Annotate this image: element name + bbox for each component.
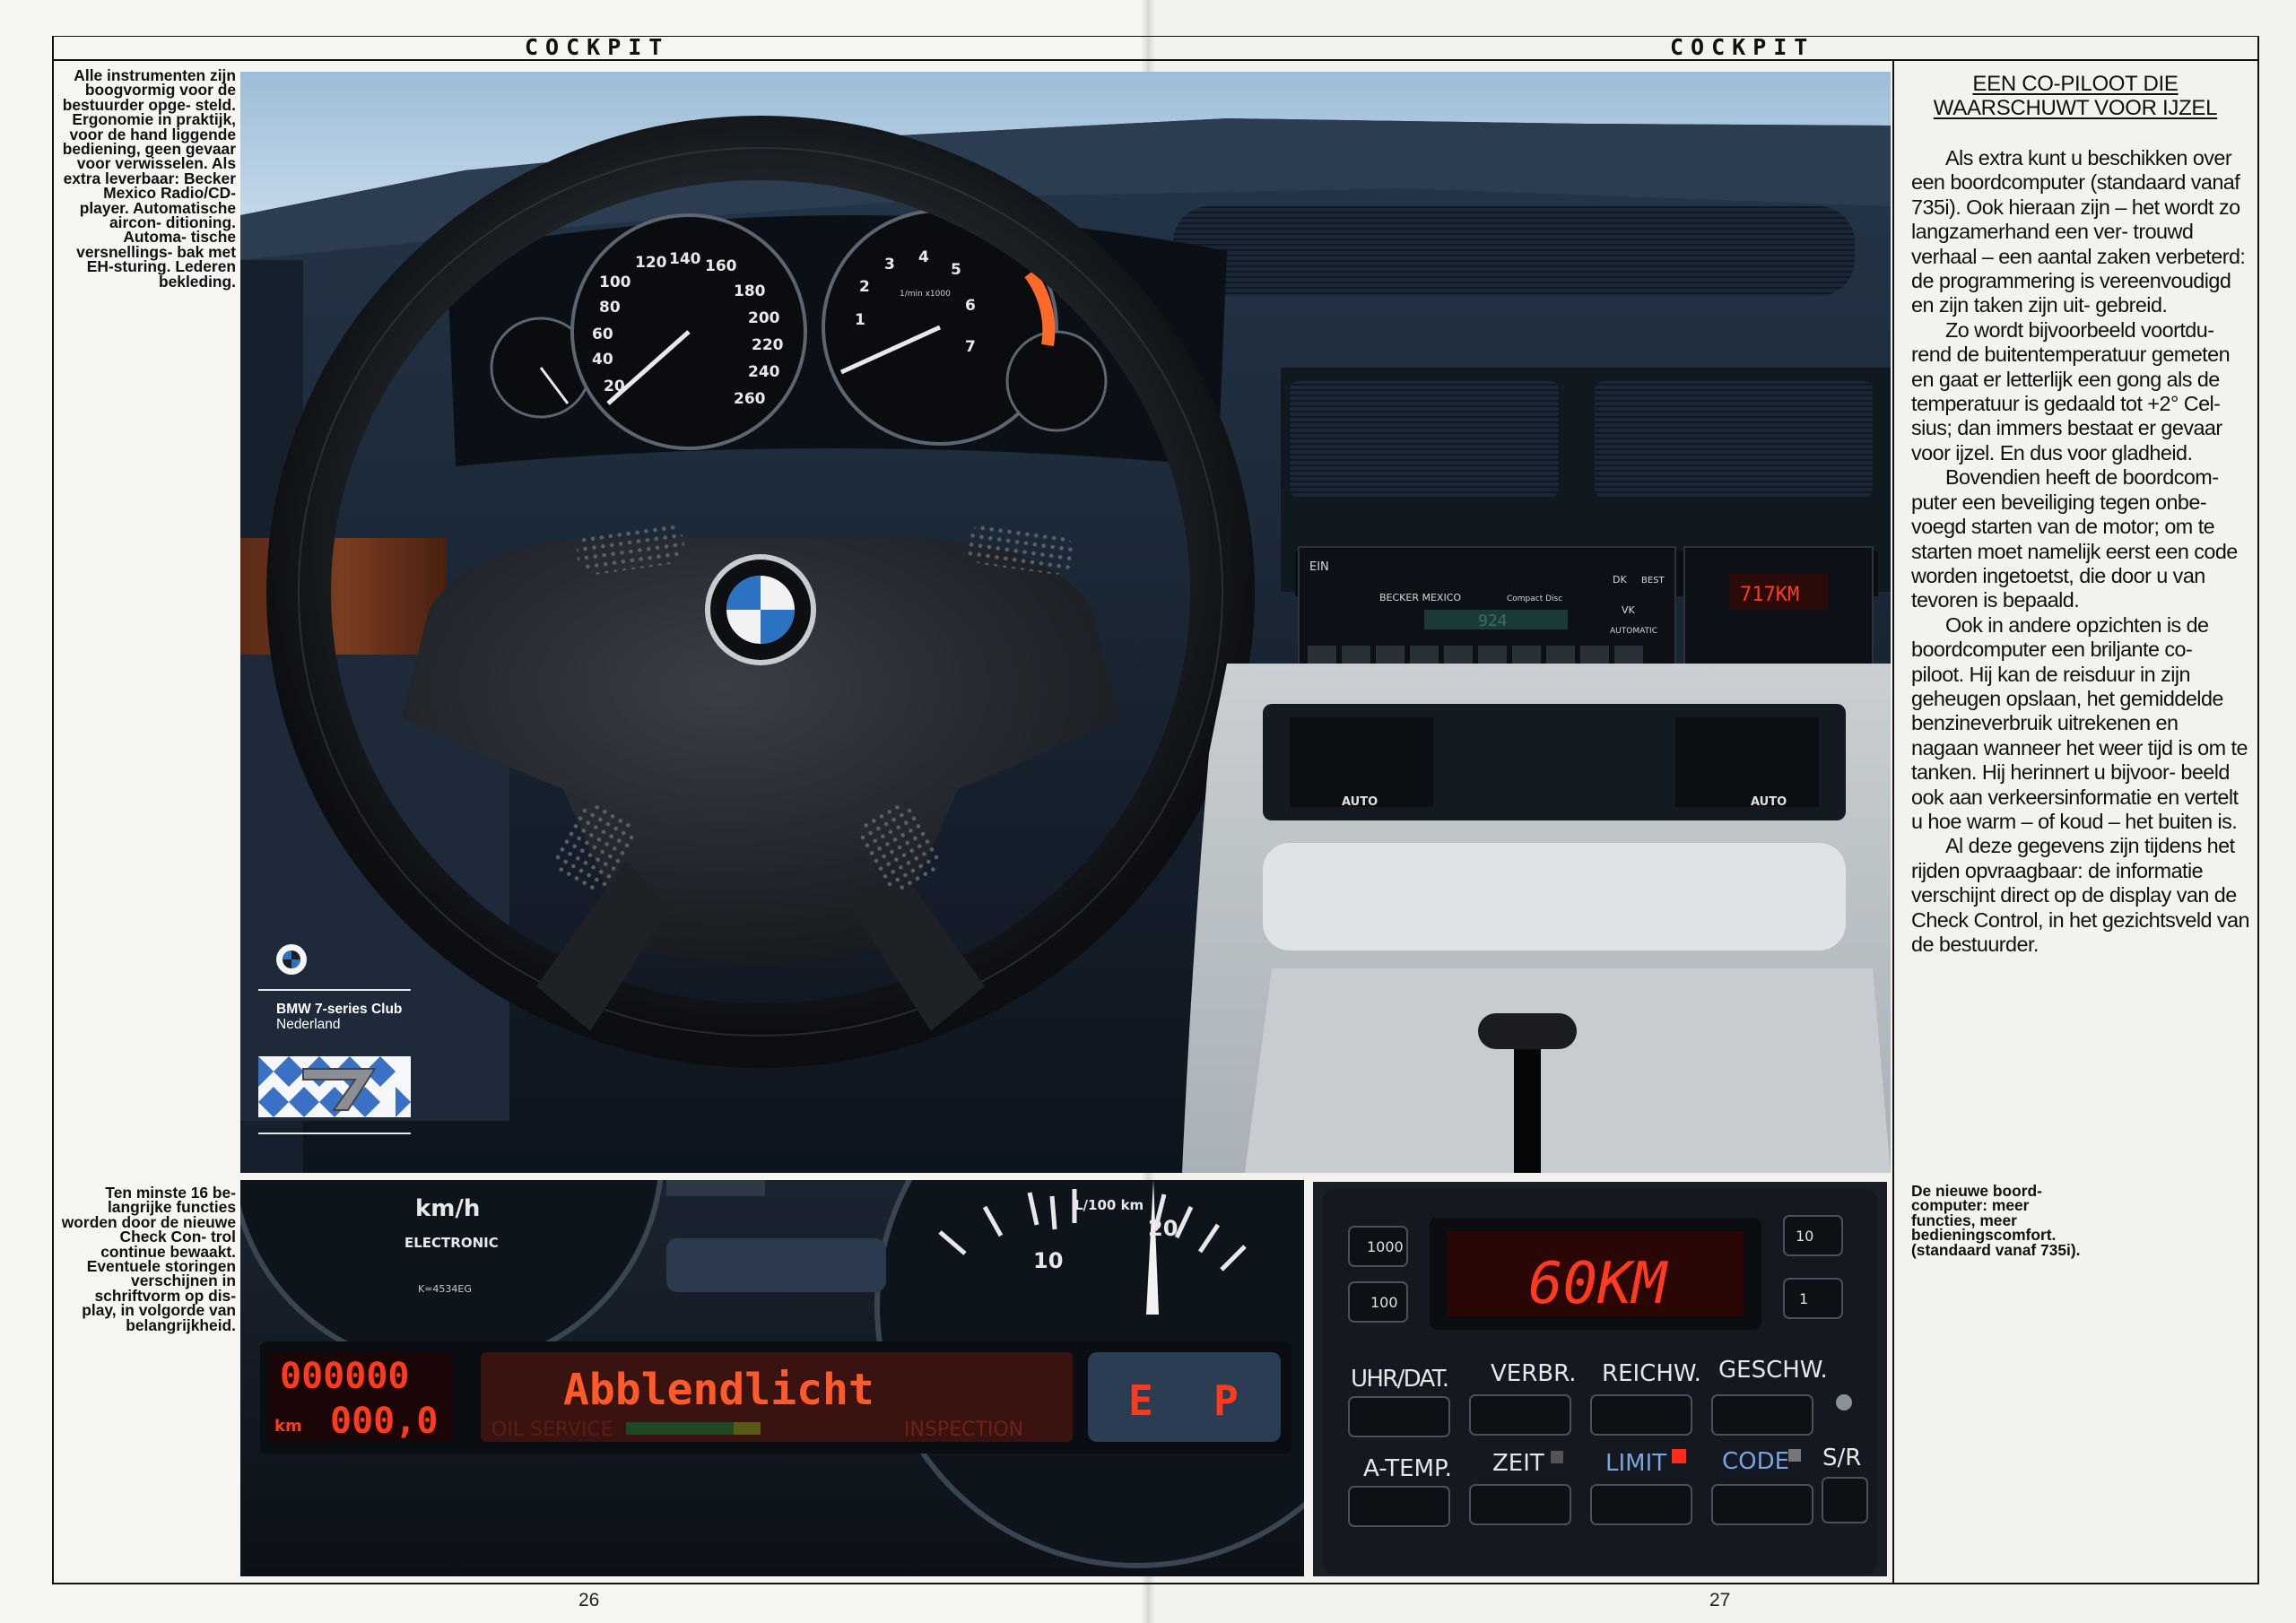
center-console: 717KM EIN BECKER MEXICO Compact Disc DK … [1182, 368, 1891, 1173]
btn-reichw: REICHW. [1602, 1360, 1701, 1387]
header-rule [52, 59, 2259, 61]
rpm-unit: 1/min x1000 [900, 290, 951, 299]
cockpit-photo: 100 120 140 160 180 200 220 240 260 80 6… [240, 72, 1891, 1173]
btn-uhr-dat: UHR/DAT. [1351, 1366, 1449, 1393]
board-computer-photo: 60KM 1000 100 10 1 UHR/DAT. VERBR. REICH… [1313, 1182, 1887, 1576]
rpm-tick: 2 [859, 278, 870, 296]
club-name-line2: Nederland [276, 1017, 341, 1032]
gear-e: E [1128, 1376, 1153, 1425]
btn-zeit: ZEIT [1492, 1450, 1544, 1477]
speed-tick: 100 [599, 273, 631, 291]
key-1: 1 [1799, 1290, 1808, 1307]
article-headline: EEN CO-PILOOT DIE WAARSCHUWT VOOR IJZEL [1933, 72, 2218, 120]
speed-tick: 20 [604, 378, 625, 395]
fuel-unit: L/100 km [1074, 1197, 1144, 1213]
article-body: Als extra kunt u beschikken over een boo… [1911, 146, 2250, 957]
body-paragraph: Al deze gegevens zijn tijdens het rijden… [1911, 834, 2250, 956]
btn-s-r: S/R [1822, 1445, 1861, 1471]
speed-tick: 80 [599, 299, 621, 317]
radio-ein: EIN [1309, 560, 1329, 574]
body-paragraph: Als extra kunt u beschikken over een boo… [1911, 146, 2246, 317]
club-name: BMW 7-series Club Nederland [276, 1002, 402, 1032]
running-head-right: COCKPIT [1670, 34, 1815, 60]
rpm-tick: 3 [884, 256, 895, 273]
radio-cd: Compact Disc [1507, 595, 1562, 603]
top-rule [52, 36, 2259, 37]
body-paragraph: Zo wordt bijvoorbeeld voortdu- rend de b… [1911, 317, 2231, 464]
rpm-tick: 4 [918, 248, 929, 266]
btn-verbr: VERBR. [1491, 1360, 1577, 1387]
rpm-tick: 1 [855, 311, 865, 329]
radio-freq: 924 [1478, 612, 1508, 630]
inspection-label: INSPECTION [904, 1419, 1023, 1441]
check-control-message: Abblendlicht [563, 1365, 874, 1415]
btn-code: CODE [1722, 1448, 1789, 1475]
speed-tick: 140 [669, 250, 701, 268]
key-100: 100 [1370, 1294, 1398, 1311]
running-head-left: COCKPIT [525, 34, 670, 60]
speed-unit: km/h [415, 1195, 480, 1222]
rpm-tick: 6 [965, 297, 976, 315]
text-column-rule [1892, 59, 1894, 1584]
speed-tick: 120 [635, 254, 667, 272]
right-frame [2257, 36, 2259, 1584]
btn-limit: LIMIT [1605, 1450, 1666, 1477]
btn-a-temp: A-TEMP. [1363, 1455, 1452, 1482]
speed-tick: 220 [752, 336, 784, 354]
computer-display: 60KM [1528, 1251, 1669, 1317]
ac-auto-right: AUTO [1751, 795, 1787, 809]
fuel-20: 20 [1148, 1216, 1178, 1241]
odometer-bottom: 000,0 [330, 1401, 438, 1442]
odometer-top: 000000 [280, 1356, 410, 1397]
speed-tick: 180 [734, 282, 766, 300]
caption-top-left: Alle instrumenten zijn boogvormig voor d… [62, 66, 236, 291]
odometer-km: km [274, 1417, 302, 1436]
speed-tick: 260 [734, 390, 766, 408]
left-frame [52, 36, 54, 1584]
fuel-10: 10 [1033, 1248, 1063, 1273]
speed-sub: ELECTRONIC [404, 1235, 499, 1251]
radio-best: BEST [1641, 576, 1665, 586]
key-1000: 1000 [1367, 1238, 1404, 1255]
caption-bottom-left: Ten minste 16 be- langrijke functies wor… [61, 1184, 236, 1334]
radio-dk: DK [1613, 574, 1627, 586]
club-name-line1: BMW 7-series Club [276, 1002, 403, 1017]
body-paragraph: Ook in andere opzichten is de boordcompu… [1911, 612, 2248, 833]
body-paragraph: Bovendien heeft de boordcom- puter een b… [1911, 465, 2238, 612]
speed-tick: 160 [705, 257, 737, 275]
speed-tick: 60 [592, 325, 613, 343]
page-number-right: 27 [1709, 1590, 1731, 1610]
rpm-tick: 7 [965, 338, 976, 356]
speed-tick: 200 [748, 309, 780, 327]
rpm-tick: 5 [951, 261, 961, 279]
caption-bottom-right: De nieuwe boord- computer: meer functies… [1911, 1182, 2081, 1259]
radio-brand: BECKER MEXICO [1379, 592, 1461, 603]
speed-tick: 240 [748, 363, 780, 381]
speed-tick: 40 [592, 351, 613, 369]
oil-service-label: OIL SERVICE [491, 1419, 613, 1441]
bc-display: 717KM [1740, 584, 1799, 606]
serial-number: K=4534EG [418, 1283, 472, 1295]
btn-geschw: GESCHW. [1718, 1357, 1828, 1384]
gear-p: P [1213, 1376, 1239, 1425]
check-control-photo: km/h ELECTRONIC K=4534EG L/100 km 10 20 … [240, 1180, 1304, 1576]
key-10: 10 [1796, 1228, 1813, 1245]
radio-vk: VK [1622, 604, 1636, 616]
bottom-rule [52, 1583, 2259, 1584]
radio-auto: AUTOMATIC [1610, 627, 1657, 636]
ac-auto-left: AUTO [1342, 795, 1378, 809]
page-number-left: 26 [578, 1590, 600, 1610]
